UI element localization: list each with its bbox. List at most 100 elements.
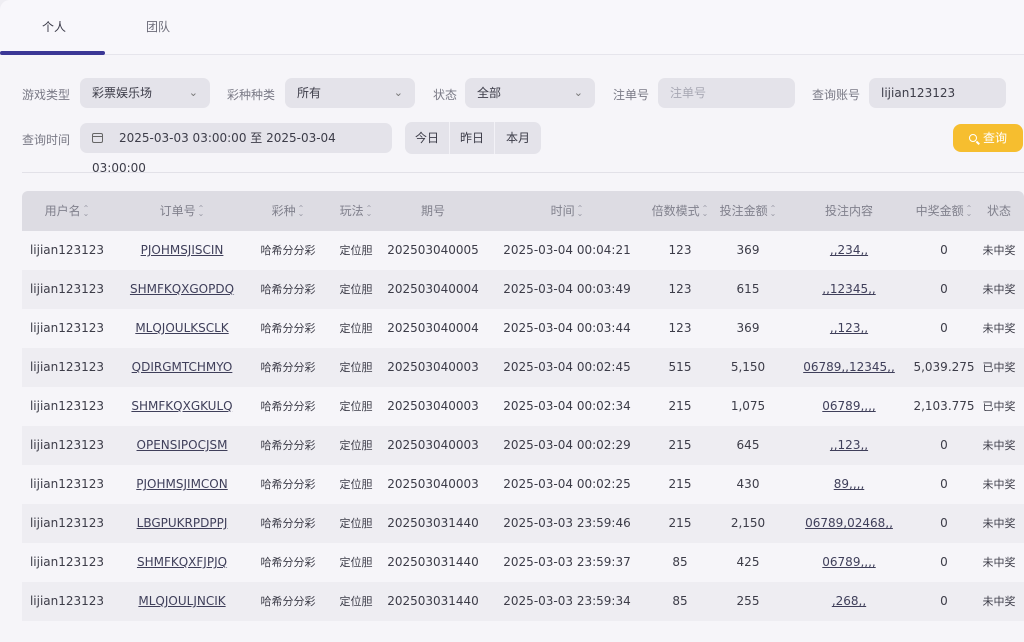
lottery-type-select[interactable]: 所有 ⌄ bbox=[285, 78, 415, 108]
cell-username: lijian123123 bbox=[29, 477, 105, 491]
search-icon bbox=[968, 134, 977, 142]
sort-icon[interactable]: ⌃ ⌄ bbox=[83, 205, 90, 218]
yesterday-button[interactable]: 昨日 bbox=[450, 122, 495, 154]
cell-bet-content[interactable]: 06789,,12345,, bbox=[803, 348, 895, 387]
cell-status: 已中奖 bbox=[982, 361, 1016, 374]
cell-win-amount: 0 bbox=[940, 243, 948, 257]
cell-play-type: 定位胆 bbox=[339, 244, 373, 257]
table-row: lijian123123 PJOHMSJIMCON 哈希分分彩 定位胆 20250304… bbox=[22, 465, 1024, 504]
cell-order-number[interactable]: LBGPUKRPDPPJ bbox=[137, 504, 228, 543]
cell-play-type: 定位胆 bbox=[339, 361, 373, 374]
tab-personal[interactable]: 个人 bbox=[42, 18, 66, 35]
header-multiplier[interactable]: 倍数模式 ⌃ ⌄ bbox=[652, 191, 709, 231]
cell-order-number[interactable]: OPENSIPOCJSM bbox=[137, 426, 228, 465]
cell-username: lijian123123 bbox=[29, 438, 105, 452]
cell-username: lijian123123 bbox=[29, 555, 105, 569]
cell-status: 未中奖 bbox=[982, 556, 1016, 569]
account-input[interactable]: lijian123123 bbox=[869, 78, 1006, 108]
cell-period: 202503040004 bbox=[387, 321, 479, 335]
this-month-button[interactable]: 本月 bbox=[495, 122, 541, 154]
tab-team[interactable]: 团队 bbox=[146, 18, 170, 35]
cell-order-number[interactable]: SHMFKQXGKULQ bbox=[131, 387, 232, 426]
table-row: lijian123123 SHMFKQXGKULQ 哈希分分彩 定位胆 20250304… bbox=[22, 387, 1024, 426]
header-play-type[interactable]: 玩法 ⌃ ⌄ bbox=[340, 191, 373, 231]
cell-multiplier: 85 bbox=[672, 594, 688, 608]
status-value: 全部 bbox=[477, 86, 502, 100]
cell-bet-amount: 2,150 bbox=[730, 516, 766, 530]
cell-bet-content[interactable]: ,268,, bbox=[832, 582, 866, 621]
cell-time: 2025-03-04 00:02:25 bbox=[503, 477, 631, 491]
quick-date-buttons: 今日 昨日 本月 bbox=[405, 122, 541, 154]
cell-order-number[interactable]: PJOHMSJISCIN bbox=[141, 231, 224, 270]
sort-icon[interactable]: ⌃ ⌄ bbox=[298, 205, 305, 218]
header-bet-amount[interactable]: 投注金额 ⌃ ⌄ bbox=[720, 191, 777, 231]
cell-period: 202503040003 bbox=[387, 360, 479, 374]
cell-order-number[interactable]: SHMFKQXFJPJQ bbox=[137, 543, 227, 582]
order-number-input[interactable]: 注单号 bbox=[658, 78, 795, 108]
cell-multiplier: 215 bbox=[668, 477, 692, 491]
cell-bet-content[interactable]: ,,123,, bbox=[830, 426, 868, 465]
cell-lottery: 哈希分分彩 bbox=[260, 556, 316, 569]
cell-order-number[interactable]: QDIRGMTCHMYO bbox=[132, 348, 233, 387]
cell-win-amount: 2,103.775 bbox=[913, 399, 975, 413]
sort-icon[interactable]: ⌃ ⌄ bbox=[198, 205, 205, 218]
sort-icon[interactable]: ⌃ ⌄ bbox=[966, 205, 973, 218]
cell-status: 未中奖 bbox=[982, 283, 1016, 296]
cell-status: 未中奖 bbox=[982, 595, 1016, 608]
cell-period: 202503031440 bbox=[387, 594, 479, 608]
header-label: 倍数模式 bbox=[651, 204, 700, 218]
date-range-picker[interactable]: 2025-03-03 03:00:00 至 2025-03-04 03:00:0… bbox=[80, 123, 392, 175]
header-username[interactable]: 用户名 ⌃ ⌄ bbox=[45, 191, 90, 231]
cell-order-number[interactable]: PJOHMSJIMCON bbox=[136, 465, 227, 504]
header-time[interactable]: 时间 ⌃ ⌄ bbox=[551, 191, 584, 231]
table-header: 用户名 ⌃ ⌄ 订单号 ⌃ ⌄ 彩种 ⌃ ⌄ 玩法 ⌃ ⌄ 期号 时间 ⌃ ⌄ 倍数模式 ⌃ ⌄ 投注金额 ⌃ ⌄ 投注内容… bbox=[22, 191, 1024, 231]
cell-period: 202503040003 bbox=[387, 438, 479, 452]
cell-win-amount: 0 bbox=[940, 516, 948, 530]
game-type-select[interactable]: 彩票娱乐场 ⌄ bbox=[80, 78, 210, 108]
cell-time: 2025-03-03 23:59:37 bbox=[503, 555, 631, 569]
query-time-label: 查询时间 bbox=[22, 133, 71, 147]
cell-bet-content[interactable]: 06789,,,, bbox=[822, 387, 875, 426]
account-label: 查询账号 bbox=[812, 88, 861, 102]
divider bbox=[22, 172, 1024, 173]
header-lottery[interactable]: 彩种 ⌃ ⌄ bbox=[272, 191, 305, 231]
sort-icon[interactable]: ⌃ ⌄ bbox=[770, 205, 777, 218]
header-order-number[interactable]: 订单号 ⌃ ⌄ bbox=[160, 191, 205, 231]
cell-bet-content[interactable]: 06789,02468,, bbox=[805, 504, 893, 543]
sort-icon[interactable]: ⌃ ⌄ bbox=[366, 205, 373, 218]
cell-time: 2025-03-03 23:59:46 bbox=[503, 516, 631, 530]
cell-order-number[interactable]: SHMFKQXGOPDQ bbox=[130, 270, 234, 309]
cell-lottery: 哈希分分彩 bbox=[260, 595, 316, 608]
cell-bet-content[interactable]: ,,123,, bbox=[830, 309, 868, 348]
status-select[interactable]: 全部 ⌄ bbox=[465, 78, 595, 108]
cell-order-number[interactable]: MLQJOULJNCIK bbox=[138, 582, 225, 621]
game-type-value: 彩票娱乐场 bbox=[92, 86, 153, 100]
cell-bet-amount: 369 bbox=[736, 243, 760, 257]
table-row: lijian123123 SHMFKQXFJPJQ 哈希分分彩 定位胆 20250303… bbox=[22, 543, 1024, 582]
cell-multiplier: 215 bbox=[668, 516, 692, 530]
sort-icon[interactable]: ⌃ ⌄ bbox=[577, 205, 584, 218]
cell-win-amount: 0 bbox=[940, 282, 948, 296]
cell-multiplier: 123 bbox=[668, 282, 692, 296]
chevron-down-icon: ⌄ bbox=[573, 86, 583, 99]
cell-multiplier: 123 bbox=[668, 321, 692, 335]
header-label: 投注金额 bbox=[719, 204, 768, 218]
cell-bet-content[interactable]: 89,,,, bbox=[834, 465, 865, 504]
cell-bet-amount: 645 bbox=[736, 438, 760, 452]
sort-icon[interactable]: ⌃ ⌄ bbox=[702, 205, 709, 218]
tab-bar: 个人 团队 bbox=[0, 0, 1024, 55]
header-win-amount[interactable]: 中奖金额 ⌃ ⌄ bbox=[916, 191, 973, 231]
order-number-label: 注单号 bbox=[613, 88, 650, 102]
bet-records-panel: 个人 团队 游戏类型 彩票娱乐场 ⌄ 彩种种类 所有 ⌄ 状态 全部 ⌄ 注单号… bbox=[0, 0, 1024, 642]
bet-records-table: 用户名 ⌃ ⌄ 订单号 ⌃ ⌄ 彩种 ⌃ ⌄ 玩法 ⌃ ⌄ 期号 时间 ⌃ ⌄ 倍数模式 ⌃ ⌄ 投注金额 ⌃ ⌄ 投注内容… bbox=[22, 191, 1024, 621]
cell-lottery: 哈希分分彩 bbox=[260, 400, 316, 413]
cell-play-type: 定位胆 bbox=[339, 556, 373, 569]
search-button[interactable]: 查询 bbox=[953, 124, 1023, 152]
cell-status: 未中奖 bbox=[982, 517, 1016, 530]
today-button[interactable]: 今日 bbox=[405, 122, 450, 154]
cell-bet-content[interactable]: 06789,,,, bbox=[822, 543, 875, 582]
cell-bet-content[interactable]: ,,12345,, bbox=[822, 270, 875, 309]
table-body: lijian123123 PJOHMSJISCIN 哈希分分彩 定位胆 20250304… bbox=[22, 231, 1024, 621]
cell-order-number[interactable]: MLQJOULKSCLK bbox=[135, 309, 228, 348]
cell-bet-content[interactable]: ,,234,, bbox=[830, 231, 868, 270]
